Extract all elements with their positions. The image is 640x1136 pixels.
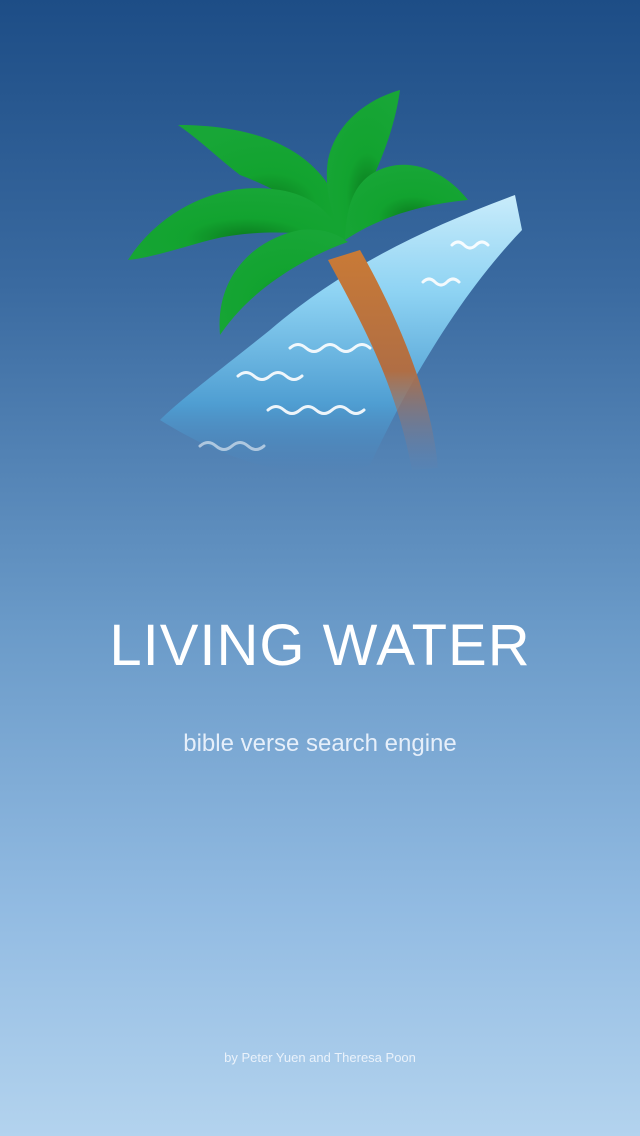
palm-tree-water-logo (128, 90, 522, 474)
app-title: LIVING WATER (109, 613, 531, 678)
credits-text: by Peter Yuen and Theresa Poon (224, 1050, 416, 1065)
app-subtitle: bible verse search engine (183, 730, 457, 757)
splash-screen: LIVING WATER bible verse search engine b… (0, 0, 640, 1136)
